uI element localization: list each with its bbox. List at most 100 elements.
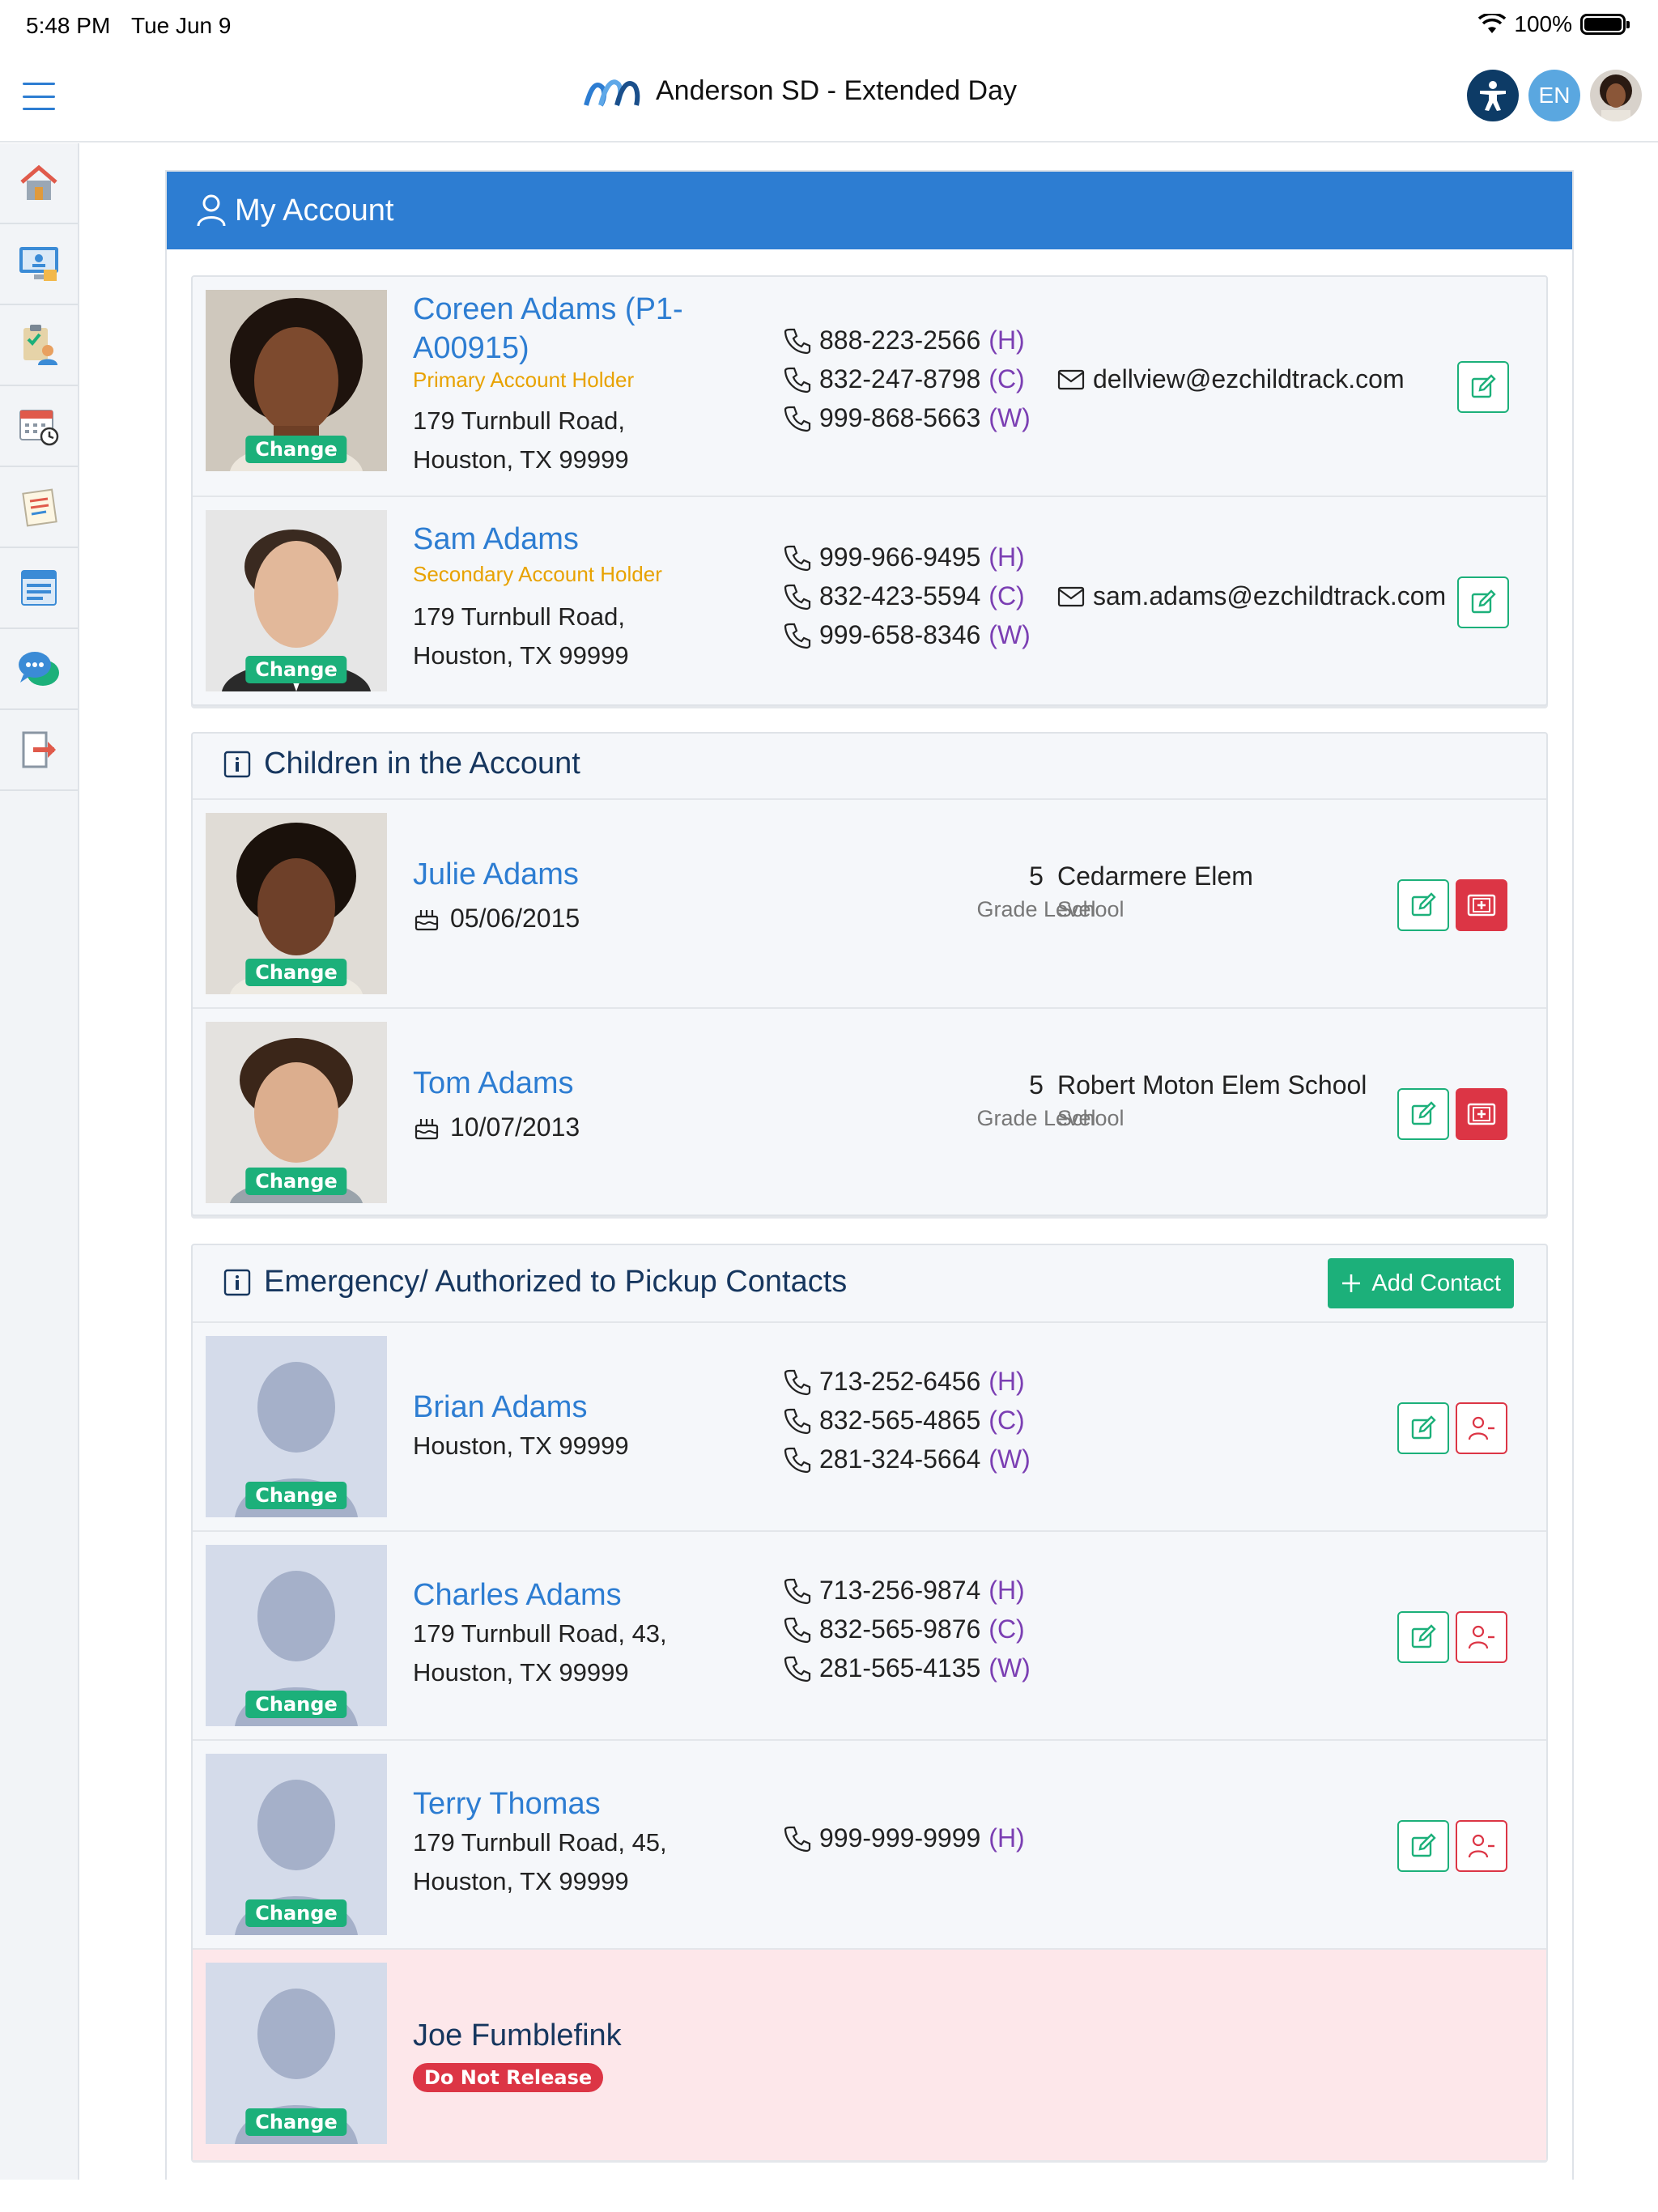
add-contact-button[interactable]: Add Contact	[1328, 1258, 1514, 1308]
edit-holder-button[interactable]	[1457, 361, 1509, 413]
contact-photo[interactable]: Change	[206, 1336, 387, 1517]
remove-contact-button[interactable]	[1456, 1611, 1507, 1663]
edit-child-button[interactable]	[1397, 1088, 1449, 1140]
holder-photo[interactable]: Change	[206, 290, 387, 471]
child-name[interactable]: Tom Adams	[413, 1064, 574, 1103]
child-medical-button[interactable]	[1456, 1088, 1507, 1140]
child-medical-button[interactable]	[1456, 879, 1507, 931]
edit-holder-button[interactable]	[1457, 576, 1509, 628]
child-name[interactable]: Julie Adams	[413, 855, 579, 894]
contact-address-line2: Houston, TX 99999	[413, 1658, 629, 1687]
birthday-cake-icon	[414, 909, 439, 930]
child-photo[interactable]: Change	[206, 813, 387, 994]
change-photo-button[interactable]: Change	[245, 656, 347, 683]
phone-icon	[784, 328, 811, 354]
phone-home[interactable]: 999-999-9999 (H)	[784, 1823, 1025, 1853]
menu-icon[interactable]	[23, 83, 55, 110]
list-form-icon	[21, 570, 57, 606]
logo-icon	[584, 79, 640, 107]
phone-icon	[784, 1408, 811, 1434]
birthday-cake-icon	[414, 1118, 439, 1139]
bottom-safe-area	[0, 2180, 1658, 2212]
phone-home[interactable]: 999-966-9495 (H)	[784, 542, 1025, 572]
home-icon	[20, 164, 57, 200]
language-button[interactable]: EN	[1528, 70, 1580, 121]
change-photo-button[interactable]: Change	[245, 1899, 347, 1927]
holder-email[interactable]: dellview@ezchildtrack.com	[1057, 364, 1405, 394]
edit-contact-button[interactable]	[1397, 1402, 1449, 1454]
phone-cell[interactable]: 832-565-4865 (C)	[784, 1406, 1025, 1436]
change-photo-button[interactable]: Change	[245, 1691, 347, 1718]
phone-home[interactable]: 713-252-6456 (H)	[784, 1367, 1025, 1397]
phone-number: 281-324-5664	[819, 1444, 981, 1474]
notes-icon	[22, 488, 57, 527]
accessibility-button[interactable]	[1467, 70, 1519, 121]
holder-photo[interactable]: Change	[206, 510, 387, 691]
remove-contact-button[interactable]	[1456, 1820, 1507, 1872]
phone-home[interactable]: 713-256-9874 (H)	[784, 1576, 1025, 1606]
sidebar-item-logout[interactable]	[0, 710, 78, 791]
phone-cell[interactable]: 832-247-8798 (C)	[784, 364, 1025, 394]
child-photo[interactable]: Change	[206, 1022, 387, 1203]
phone-work[interactable]: 999-658-8346 (W)	[784, 620, 1031, 650]
add-contact-label: Add Contact	[1371, 1270, 1501, 1296]
contact-address-line1: Houston, TX 99999	[413, 1431, 629, 1460]
info-icon	[223, 751, 251, 777]
phone-number: 999-658-8346	[819, 620, 981, 649]
children-panel: Children in the Account Change Julie Ada…	[191, 732, 1548, 1216]
contact-photo[interactable]: Change	[206, 1545, 387, 1726]
phone-work[interactable]: 281-324-5664 (W)	[784, 1444, 1031, 1474]
phone-number: 999-999-9999	[819, 1823, 981, 1853]
contact-name[interactable]: Charles Adams	[413, 1576, 622, 1614]
contact-row: Change Brian Adams Houston, TX 99999 713…	[193, 1321, 1546, 1530]
sidebar-item-notes[interactable]	[0, 467, 78, 548]
phone-icon	[784, 1656, 811, 1682]
contact-row: Change Charles Adams 179 Turnbull Road, …	[193, 1530, 1546, 1739]
my-account-header: My Account	[167, 172, 1572, 249]
holder-address-line2: Houston, TX 99999	[413, 641, 629, 670]
sidebar-item-forms[interactable]	[0, 548, 78, 629]
dob-text: 05/06/2015	[450, 904, 580, 933]
holder-email[interactable]: sam.adams@ezchildtrack.com	[1057, 581, 1446, 611]
change-photo-button[interactable]: Change	[245, 1168, 347, 1195]
contact-name[interactable]: Brian Adams	[413, 1388, 587, 1427]
sidebar-item-dashboard[interactable]	[0, 224, 78, 305]
change-photo-button[interactable]: Change	[245, 1482, 347, 1509]
phone-cell[interactable]: 832-565-9876 (C)	[784, 1614, 1025, 1644]
edit-contact-button[interactable]	[1397, 1820, 1449, 1872]
phone-number: 713-252-6456	[819, 1367, 981, 1396]
dob-text: 10/07/2013	[450, 1112, 580, 1142]
phone-number: 999-966-9495	[819, 542, 981, 572]
sidebar-item-calendar[interactable]	[0, 386, 78, 467]
change-photo-button[interactable]: Change	[245, 436, 347, 463]
holder-name[interactable]: Sam Adams	[413, 520, 579, 559]
phone-type: (C)	[988, 1406, 1025, 1435]
sidebar-item-attendance[interactable]	[0, 305, 78, 386]
sidebar-item-home[interactable]	[0, 143, 78, 224]
phone-icon	[784, 406, 811, 432]
sidebar-item-messages[interactable]	[0, 629, 78, 710]
holder-address-line1: 179 Turnbull Road,	[413, 406, 625, 435]
phone-cell[interactable]: 832-423-5594 (C)	[784, 581, 1025, 611]
phone-number: 999-868-5663	[819, 403, 981, 432]
plus-icon	[1342, 1274, 1361, 1292]
phone-icon	[784, 584, 811, 610]
change-photo-button[interactable]: Change	[245, 959, 347, 986]
edit-icon	[1471, 374, 1496, 398]
holder-name[interactable]: Coreen Adams (P1-A00915)	[413, 290, 721, 368]
phone-home[interactable]: 888-223-2566 (H)	[784, 325, 1025, 355]
contact-name[interactable]: Terry Thomas	[413, 1784, 601, 1823]
user-avatar[interactable]	[1590, 70, 1642, 121]
phone-number: 832-565-9876	[819, 1614, 981, 1644]
phone-icon	[784, 545, 811, 571]
contact-photo[interactable]: Change	[206, 1963, 387, 2144]
contact-photo[interactable]: Change	[206, 1754, 387, 1935]
change-photo-button[interactable]: Change	[245, 2108, 347, 2136]
phone-work[interactable]: 999-868-5663 (W)	[784, 403, 1031, 433]
remove-contact-button[interactable]	[1456, 1402, 1507, 1454]
phone-work[interactable]: 281-565-4135 (W)	[784, 1653, 1031, 1683]
contact-name[interactable]: Joe Fumblefink	[413, 2016, 622, 2055]
edit-contact-button[interactable]	[1397, 1611, 1449, 1663]
phone-icon	[784, 1578, 811, 1604]
edit-child-button[interactable]	[1397, 879, 1449, 931]
